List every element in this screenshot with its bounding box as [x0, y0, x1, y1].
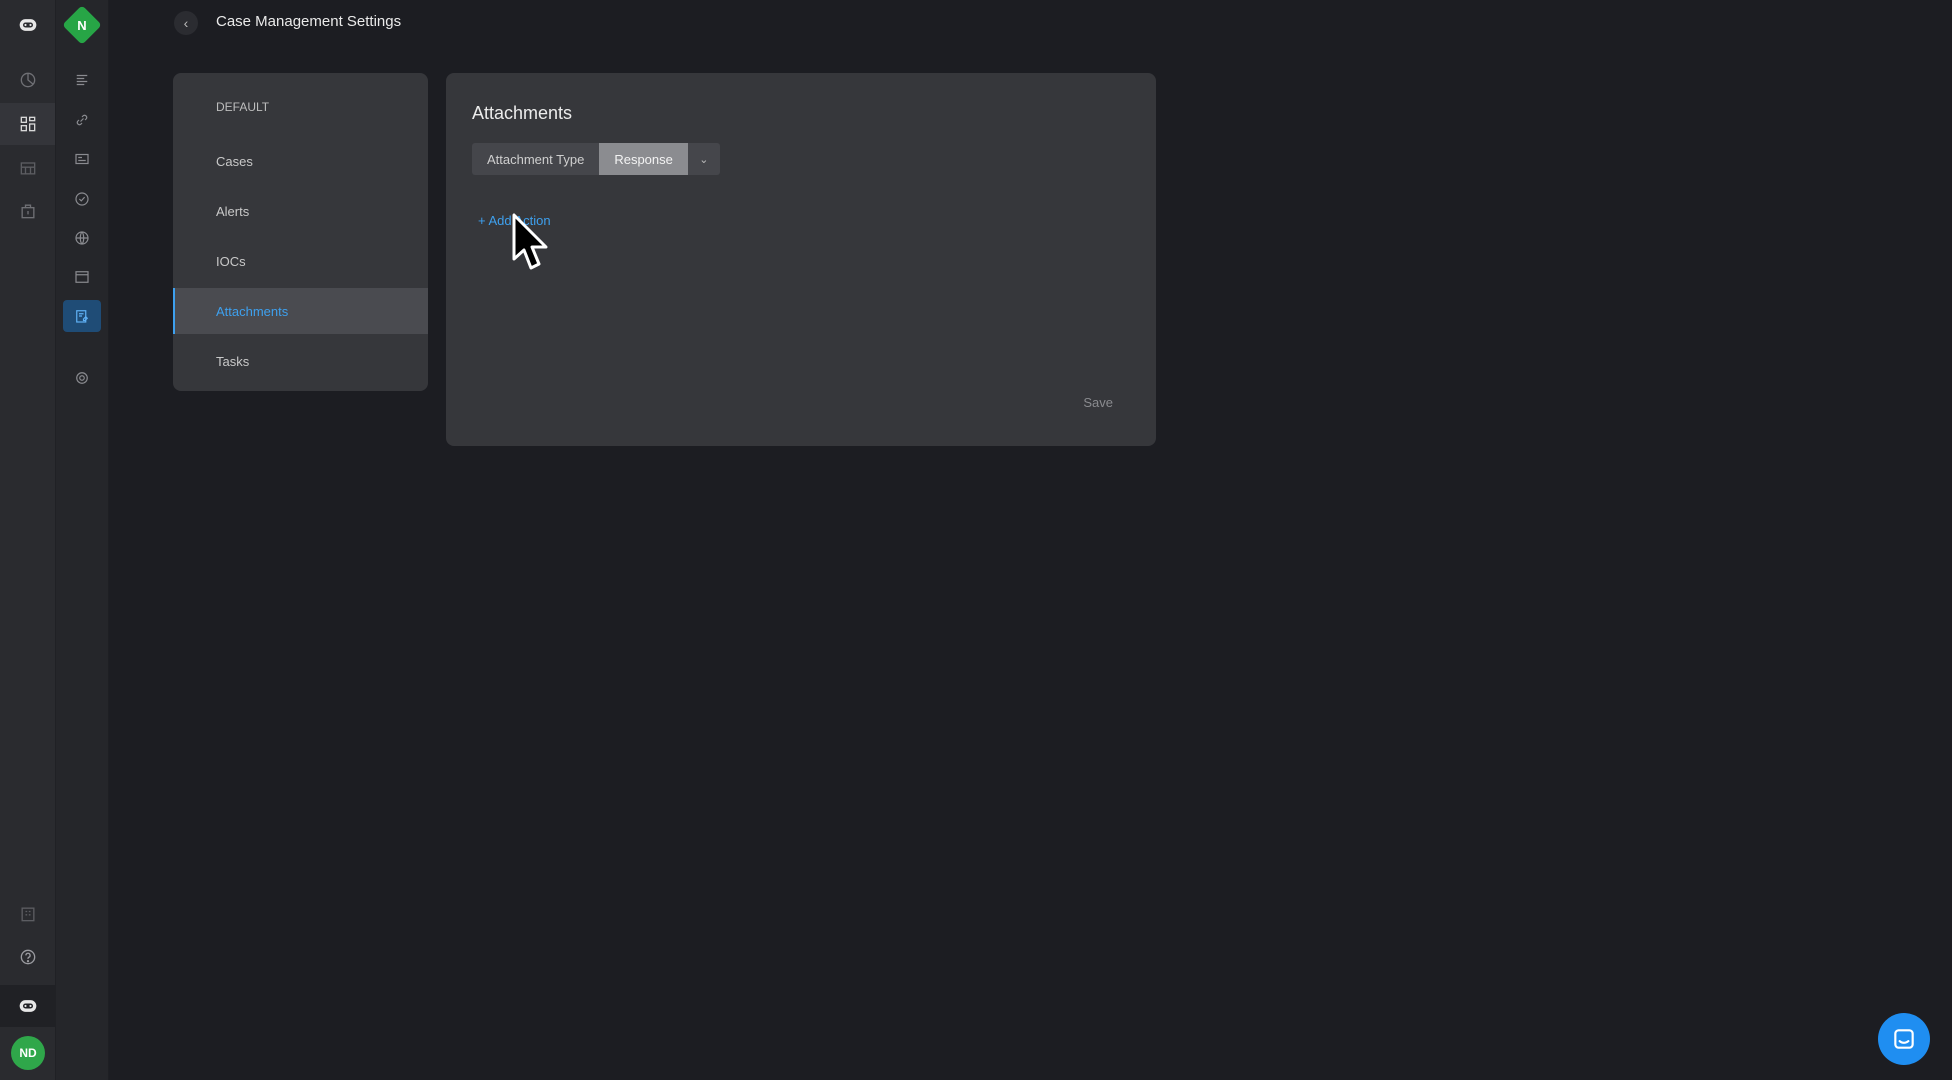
help-icon[interactable] [0, 936, 55, 978]
page-title: Case Management Settings [216, 13, 402, 30]
nav-item-default[interactable]: DEFAULT [173, 84, 428, 130]
link-icon[interactable] [63, 104, 101, 136]
dashboard-chart-icon[interactable] [0, 59, 55, 101]
nav-item-tasks[interactable]: Tasks [173, 338, 428, 384]
target-icon[interactable] [63, 362, 101, 394]
check-circle-icon[interactable] [63, 183, 101, 215]
nav-item-iocs[interactable]: IOCs [173, 238, 428, 284]
browser-window-icon[interactable] [63, 261, 101, 293]
org-logo-label: N [77, 17, 87, 33]
secondary-sidebar [56, 0, 109, 1080]
attachment-type-selector[interactable]: Attachment Type Response ⌄ [472, 143, 720, 175]
app-root: ND N ‹ Case Management Settings DEFAULT … [0, 0, 1952, 1080]
app-logo-icon[interactable] [0, 4, 55, 46]
calendar-grid-icon[interactable] [0, 147, 55, 189]
building-icon[interactable] [0, 893, 55, 935]
selector-label: Attachment Type [472, 143, 600, 175]
newspaper-icon[interactable] [63, 143, 101, 175]
attachments-panel: Attachments Attachment Type Response ⌄ +… [446, 73, 1156, 446]
chat-icon [1894, 1029, 1914, 1049]
save-button[interactable]: Save [1083, 395, 1113, 410]
chevron-down-icon[interactable]: ⌄ [687, 143, 720, 175]
case-settings-icon[interactable] [63, 300, 101, 332]
panel-title: Attachments [472, 103, 573, 123]
mouse-cursor-icon [512, 213, 548, 270]
user-initials: ND [19, 1046, 37, 1060]
settings-nav: DEFAULT Cases Alerts IOCs Attachments Ta… [173, 73, 428, 391]
chevron-left-icon: ‹ [183, 15, 189, 31]
assistant-bot-icon[interactable] [0, 985, 55, 1027]
nav-item-attachments[interactable]: Attachments [173, 288, 428, 334]
back-button[interactable]: ‹ [174, 11, 198, 35]
primary-sidebar: ND [0, 0, 56, 1080]
list-icon[interactable] [63, 64, 101, 96]
chat-support-button[interactable] [1878, 1013, 1930, 1065]
globe-icon[interactable] [63, 222, 101, 254]
user-avatar[interactable]: ND [11, 1036, 45, 1070]
selector-value[interactable]: Response [599, 143, 688, 175]
nav-item-alerts[interactable]: Alerts [173, 188, 428, 234]
apps-grid-icon[interactable] [0, 103, 55, 145]
nav-item-cases[interactable]: Cases [173, 138, 428, 184]
package-icon[interactable] [0, 190, 55, 232]
